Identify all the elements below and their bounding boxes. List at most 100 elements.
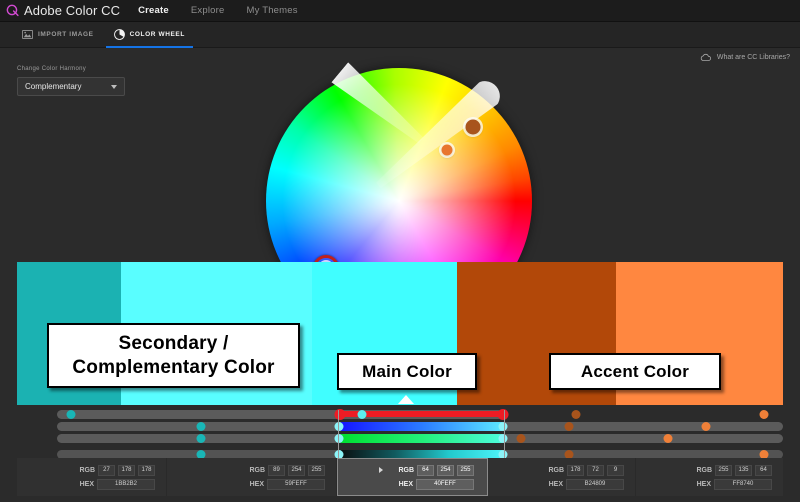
callout-accent-label: Accent Color bbox=[581, 361, 689, 382]
color-5-hex-field[interactable]: FF8740 bbox=[714, 479, 772, 490]
color-5-rgb-label: RGB bbox=[686, 467, 712, 474]
color-4-values[interactable]: RGB 178 72 9 HEX B24809 bbox=[488, 458, 636, 496]
color-2-b-field[interactable]: 255 bbox=[308, 465, 325, 476]
color-1-hex-label: HEX bbox=[68, 481, 94, 488]
topnav-item-create[interactable]: Create bbox=[138, 5, 169, 16]
color-slider-panel bbox=[17, 408, 783, 460]
hue-knob-main-left[interactable] bbox=[335, 409, 346, 420]
color-1-rgb-row: RGB 27 178 178 bbox=[17, 463, 166, 477]
color-2-hex-field[interactable]: 59FEFF bbox=[267, 479, 325, 490]
color-3-r-field[interactable]: 64 bbox=[417, 465, 434, 476]
saturation-knob-5[interactable] bbox=[702, 422, 711, 431]
color-4-rgb-label: RGB bbox=[538, 467, 564, 474]
callout-accent-color: Accent Color bbox=[549, 353, 721, 390]
callout-secondary-line1: Secondary / bbox=[72, 332, 274, 356]
color-3-hex-label: HEX bbox=[387, 481, 413, 488]
color-5-g-field[interactable]: 135 bbox=[735, 465, 752, 476]
expand-arrow-icon[interactable] bbox=[379, 467, 383, 473]
hue-slider-row[interactable] bbox=[17, 410, 783, 419]
color-5-b-field[interactable]: 64 bbox=[755, 465, 772, 476]
saturation-slider-row[interactable] bbox=[17, 422, 783, 431]
harmony-selected-value: Complementary bbox=[25, 82, 81, 91]
color-2-r-field[interactable]: 89 bbox=[268, 465, 285, 476]
color-3-hex-field[interactable]: 40FEFF bbox=[416, 479, 474, 490]
saturation-knob-4[interactable] bbox=[564, 422, 573, 431]
color-4-g-field[interactable]: 72 bbox=[587, 465, 604, 476]
color-5-hex-label: HEX bbox=[685, 481, 711, 488]
brightness-gradient-main[interactable] bbox=[340, 434, 503, 443]
cc-libraries-link[interactable]: What are CC Libraries? bbox=[700, 44, 790, 70]
hue-knob-2[interactable] bbox=[357, 410, 366, 419]
brightness-knob-4[interactable] bbox=[517, 434, 526, 443]
main-panel-edge-right bbox=[504, 410, 505, 462]
brand-title: Adobe Color CC bbox=[24, 3, 120, 18]
hue-knob-1[interactable] bbox=[66, 410, 75, 419]
brightness-knob-main2[interactable] bbox=[335, 434, 344, 443]
color-2-hex-label: HEX bbox=[238, 481, 264, 488]
saturation-knob-1[interactable] bbox=[196, 422, 205, 431]
color-1-r-field[interactable]: 27 bbox=[98, 465, 115, 476]
saturation-knob-main[interactable] bbox=[498, 422, 507, 431]
color-3-b-field[interactable]: 255 bbox=[457, 465, 474, 476]
color-5-hex-row: HEX FF8740 bbox=[636, 477, 783, 491]
tab-import-image-label: IMPORT IMAGE bbox=[38, 31, 94, 38]
cc-libraries-label: What are CC Libraries? bbox=[717, 54, 790, 61]
main-swatch-selected-marker-icon bbox=[398, 395, 414, 404]
adobe-color-logo-icon bbox=[6, 4, 19, 17]
sub-tab-bar: IMPORT IMAGE COLOR WHEEL What are CC Lib… bbox=[0, 22, 800, 48]
main-panel-edge-left bbox=[338, 410, 339, 462]
brand[interactable]: Adobe Color CC bbox=[6, 3, 120, 18]
wheel-marker-accent-inner[interactable] bbox=[441, 145, 452, 156]
color-3-g-field[interactable]: 254 bbox=[437, 465, 454, 476]
color-2-g-field[interactable]: 254 bbox=[288, 465, 305, 476]
callout-main-label: Main Color bbox=[362, 361, 452, 382]
color-4-b-field[interactable]: 9 bbox=[607, 465, 624, 476]
tab-color-wheel-label: COLOR WHEEL bbox=[130, 31, 185, 38]
wheel-marker-accent-outer[interactable] bbox=[466, 119, 481, 134]
callout-secondary-line2: Complementary Color bbox=[72, 356, 274, 380]
color-1-values[interactable]: RGB 27 178 178 HEX 1BB2B2 bbox=[17, 458, 167, 496]
top-navigation: Create Explore My Themes bbox=[138, 5, 298, 16]
color-3-values-main[interactable]: RGB 64 254 255 HEX 40FEFF bbox=[337, 458, 488, 496]
color-4-hex-field[interactable]: B24809 bbox=[566, 479, 624, 490]
color-4-r-field[interactable]: 178 bbox=[567, 465, 584, 476]
color-4-hex-label: HEX bbox=[537, 481, 563, 488]
brightness-knob-main[interactable] bbox=[498, 434, 507, 443]
color-1-hex-row: HEX 1BB2B2 bbox=[17, 477, 166, 491]
color-1-b-field[interactable]: 178 bbox=[138, 465, 155, 476]
hue-knob-5[interactable] bbox=[759, 410, 768, 419]
saturation-gradient-main[interactable] bbox=[340, 422, 503, 431]
color-2-values[interactable]: RGB 89 254 255 HEX 59FEFF bbox=[167, 458, 337, 496]
image-icon bbox=[22, 30, 33, 39]
top-header-bar: Adobe Color CC Create Explore My Themes bbox=[0, 0, 800, 22]
brightness-knob-1[interactable] bbox=[196, 434, 205, 443]
footer-strip bbox=[0, 496, 800, 502]
harmony-select[interactable]: Complementary bbox=[17, 77, 125, 96]
brightness-slider-row[interactable] bbox=[17, 434, 783, 443]
color-5-r-field[interactable]: 255 bbox=[715, 465, 732, 476]
chevron-down-icon bbox=[111, 85, 117, 89]
brightness-knob-5[interactable] bbox=[664, 434, 673, 443]
color-3-rgb-label: RGB bbox=[388, 467, 414, 474]
cloud-icon bbox=[700, 53, 712, 62]
topnav-item-explore[interactable]: Explore bbox=[191, 5, 225, 16]
tab-color-wheel[interactable]: COLOR WHEEL bbox=[104, 22, 195, 48]
adobe-color-app: Adobe Color CC Create Explore My Themes … bbox=[0, 0, 800, 502]
color-1-hex-field[interactable]: 1BB2B2 bbox=[97, 479, 155, 490]
color-4-rgb-row: RGB 178 72 9 bbox=[488, 463, 635, 477]
harmony-control: Change Color Harmony Complementary bbox=[17, 66, 125, 96]
color-1-rgb-label: RGB bbox=[69, 467, 95, 474]
color-3-hex-row: HEX 40FEFF bbox=[338, 477, 487, 491]
tab-import-image[interactable]: IMPORT IMAGE bbox=[12, 22, 104, 48]
color-wheel-icon bbox=[114, 29, 125, 40]
color-1-g-field[interactable]: 178 bbox=[118, 465, 135, 476]
hue-knob-4[interactable] bbox=[572, 410, 581, 419]
color-2-rgb-label: RGB bbox=[239, 467, 265, 474]
color-4-hex-row: HEX B24809 bbox=[488, 477, 635, 491]
color-values-panel: RGB 27 178 178 HEX 1BB2B2 RGB 89 254 255 bbox=[17, 458, 783, 496]
color-3-rgb-row: RGB 64 254 255 bbox=[338, 463, 487, 477]
saturation-knob-main2[interactable] bbox=[335, 422, 344, 431]
color-5-values[interactable]: RGB 255 135 64 HEX FF8740 bbox=[636, 458, 783, 496]
topnav-item-my-themes[interactable]: My Themes bbox=[246, 5, 297, 16]
color-2-rgb-row: RGB 89 254 255 bbox=[167, 463, 336, 477]
